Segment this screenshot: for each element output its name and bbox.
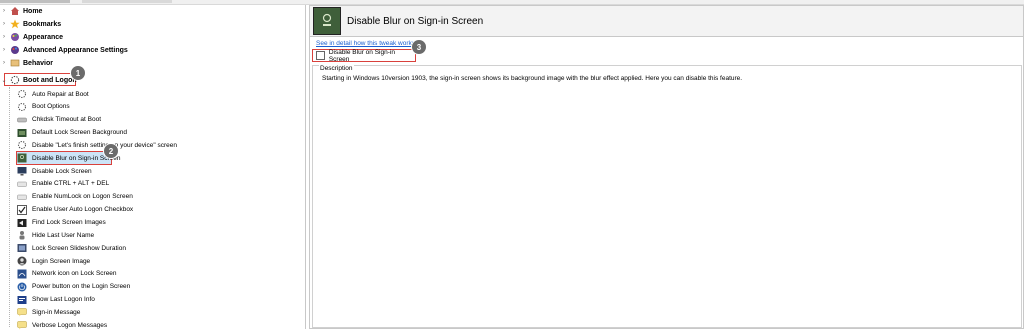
tree-item[interactable]: Disable "Let's finish setting up your de…	[17, 139, 177, 151]
tree-item-label: Hide Last User Name	[32, 231, 95, 239]
network-icon	[17, 269, 27, 279]
tree-category-label: Bookmarks	[23, 20, 62, 28]
tree-category-bookmarks[interactable]: › Bookmarks	[0, 18, 61, 30]
tree-category-label: Advanced Appearance Settings	[23, 46, 128, 54]
tree-item[interactable]: Auto Repair at Boot	[17, 88, 89, 100]
disable-blur-checkbox[interactable]	[316, 51, 325, 60]
tree-category-label: Appearance	[23, 33, 64, 41]
tree-item-label: Disable Lock Screen	[32, 167, 92, 175]
tree-item-label: Find Lock Screen Images	[32, 219, 106, 226]
tree-item[interactable]: Default Lock Screen Background	[17, 127, 127, 139]
tree-category-boot-and-logon[interactable]: ⌄ Boot and Logon	[0, 74, 77, 86]
tree-item[interactable]: Power button on the Login Screen	[17, 281, 130, 293]
tree-item-label: Sign-in Message	[32, 308, 81, 316]
collapse-arrow-icon[interactable]: ⌄	[0, 77, 8, 84]
user-circle-icon	[17, 256, 27, 266]
tree-item-label: Login Screen Image	[32, 257, 91, 265]
tree-item[interactable]: Sign-in Message	[17, 306, 80, 318]
option-label: Disable Blur on Sign-in Screen	[328, 48, 395, 63]
step-badge-2: 2	[103, 143, 119, 159]
keyboard-icon	[17, 179, 27, 189]
keyboard-icon	[17, 192, 27, 202]
blur-icon	[313, 7, 341, 35]
behavior-icon	[10, 58, 20, 68]
tree-item[interactable]: Disable Lock Screen	[17, 165, 92, 177]
tree-item[interactable]: Show Last Logon Info	[17, 294, 95, 306]
panel-header: Disable Blur on Sign-in Screen	[310, 6, 1023, 37]
panel-title: Disable Blur on Sign-in Screen	[347, 15, 484, 27]
search-image-icon	[17, 218, 27, 228]
description-group: Description Starting in Windows 10versio…	[312, 65, 1022, 328]
tree-item[interactable]: Enable NumLock on Logon Screen	[17, 191, 133, 203]
tree-item[interactable]: Find Lock Screen Images	[17, 217, 106, 229]
tree-item[interactable]: Verbose Logon Messages	[17, 319, 107, 331]
tree-item[interactable]: Hide Last User Name	[17, 229, 94, 241]
tree-item-label: Power button on the Login Screen	[32, 283, 131, 291]
tree-item-label: Show Last Logon Info	[32, 296, 95, 304]
blur-icon	[17, 153, 27, 163]
tree-item-label: Default Lock Screen Background	[32, 129, 128, 137]
description-text: Starting in Windows 10version 1903, the …	[322, 75, 743, 82]
spinner-icon	[17, 89, 27, 99]
tree-category-home[interactable]: › Home	[0, 5, 42, 17]
toolbar-buttons[interactable]	[82, 0, 172, 3]
disk-icon	[17, 115, 27, 125]
tree-item-label: Verbose Logon Messages	[32, 321, 108, 329]
user-icon	[17, 230, 27, 240]
tree-item[interactable]: Login Screen Image	[17, 255, 90, 267]
tree-category-label: Behavior	[23, 59, 53, 67]
tree-item[interactable]: Chkdsk Timeout at Boot	[17, 114, 101, 126]
checkbox-icon	[17, 204, 27, 215]
spinner-icon	[17, 102, 27, 112]
slideshow-icon	[17, 243, 27, 253]
tree-item[interactable]: Network icon on Lock Screen	[17, 268, 117, 280]
palette-icon	[10, 32, 20, 42]
boot-icon	[10, 75, 20, 85]
expand-arrow-icon[interactable]: ›	[0, 21, 8, 27]
tree-item-label: Enable NumLock on Logon Screen	[32, 193, 133, 201]
tree-item[interactable]: Lock Screen Slideshow Duration	[17, 242, 126, 254]
disable-blur-option[interactable]: Disable Blur on Sign-in Screen	[312, 48, 416, 63]
tree-category-label: Home	[23, 7, 43, 15]
info-icon	[17, 295, 27, 305]
address-box[interactable]	[0, 0, 70, 3]
step-badge-1: 1	[70, 65, 86, 81]
tweak-details-link[interactable]: See in detail how this tweak works	[316, 40, 415, 47]
description-legend: Description	[319, 65, 354, 72]
tree-item-label: Enable User Auto Logon Checkbox	[32, 206, 134, 214]
tree-category-advanced-appearance[interactable]: › Advanced Appearance Settings	[0, 44, 128, 56]
message-icon	[17, 307, 27, 317]
tree-item-label: Lock Screen Slideshow Duration	[32, 244, 126, 252]
tree-item[interactable]: Enable CTRL + ALT + DEL	[17, 178, 109, 190]
image-icon	[17, 128, 27, 138]
tree-item-label: Network icon on Lock Screen	[32, 270, 117, 278]
expand-arrow-icon[interactable]: ›	[0, 60, 8, 66]
tree-item[interactable]: Boot Options	[17, 101, 70, 113]
spinner-icon	[17, 140, 27, 150]
star-icon	[10, 19, 20, 29]
tree-connector-line	[9, 87, 10, 327]
tree-category-appearance[interactable]: › Appearance	[0, 31, 63, 43]
expand-arrow-icon[interactable]: ›	[0, 34, 8, 40]
tree-category-behavior[interactable]: › Behavior	[0, 57, 53, 69]
tree-item-label: Boot Options	[32, 103, 70, 111]
power-icon	[17, 282, 27, 292]
tree-item-label: Chkdsk Timeout at Boot	[32, 116, 102, 124]
navigation-tree[interactable]: › Home › Bookmarks › Appearance › Advanc…	[0, 5, 306, 331]
palette-icon	[10, 45, 20, 55]
expand-arrow-icon[interactable]: ›	[0, 8, 8, 14]
tree-category-label: Boot and Logon	[23, 76, 77, 84]
expand-arrow-icon[interactable]: ›	[0, 47, 8, 53]
tree-item-label: Auto Repair at Boot	[32, 90, 89, 98]
detail-panel: Disable Blur on Sign-in Screen See in de…	[309, 5, 1024, 329]
step-badge-3: 3	[411, 39, 427, 55]
home-icon	[10, 6, 20, 16]
monitor-icon	[17, 166, 27, 176]
tree-item-label: Enable CTRL + ALT + DEL	[32, 180, 110, 188]
tree-item[interactable]: Enable User Auto Logon Checkbox	[17, 204, 133, 216]
